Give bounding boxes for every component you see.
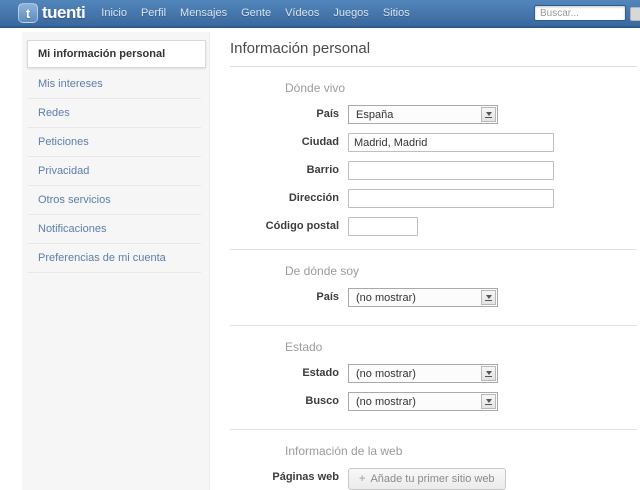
field-label-pais: País — [230, 105, 348, 124]
field-label-ciudad: Ciudad — [230, 133, 348, 152]
nav-item-inicio[interactable]: Inicio — [101, 7, 127, 19]
section-heading-estado: Estado — [285, 340, 637, 354]
top-navigation-bar: t tuenti Inicio Perfil Mensajes Gente Ví… — [0, 0, 640, 28]
sidebar-item-peticiones[interactable]: Peticiones — [28, 128, 201, 157]
section-heading-informacion-de-la-web: Información de la web — [285, 444, 637, 458]
field-label-pais-origen: País — [230, 288, 348, 307]
sidebar-item-preferencias-de-mi-cuenta[interactable]: Preferencias de mi cuenta — [28, 244, 201, 273]
pais-vivo-select[interactable]: España — [348, 105, 498, 124]
nav-item-juegos[interactable]: Juegos — [333, 7, 368, 19]
chevron-down-icon — [481, 366, 496, 381]
nav-item-sitios[interactable]: Sitios — [383, 7, 410, 19]
add-website-button[interactable]: Añade tu primer sitio web — [348, 468, 506, 490]
sidebar-item-mis-intereses[interactable]: Mis intereses — [28, 70, 201, 99]
section-divider — [230, 429, 637, 430]
search-input[interactable] — [534, 5, 626, 21]
nav-item-mensajes[interactable]: Mensajes — [180, 7, 227, 19]
ciudad-input[interactable] — [348, 133, 554, 152]
tuenti-wordmark: tuenti — [42, 3, 85, 23]
add-website-label: Añade tu primer sitio web — [370, 473, 494, 485]
select-value: (no mostrar) — [356, 368, 416, 380]
field-label-barrio: Barrio — [230, 161, 348, 180]
nav-item-videos[interactable]: Vídeos — [285, 7, 319, 19]
chevron-down-icon — [481, 394, 496, 409]
tuenti-logo-icon: t — [18, 3, 38, 23]
personal-info-form: Información personal Dónde vivo País Esp… — [230, 32, 637, 490]
form-row: Estado (no mostrar) — [230, 364, 637, 383]
section-heading-de-donde-soy: De dónde soy — [285, 264, 637, 278]
estado-select[interactable]: (no mostrar) — [348, 364, 498, 383]
barrio-input[interactable] — [348, 161, 554, 180]
form-row: Páginas web Añade tu primer sitio web — [230, 468, 637, 490]
chevron-down-icon — [481, 290, 496, 305]
main-nav: Inicio Perfil Mensajes Gente Vídeos Jueg… — [101, 7, 423, 19]
form-row: Busco (no mostrar) — [230, 392, 637, 411]
select-value: (no mostrar) — [356, 396, 416, 408]
settings-sidebar: Mi información personal Mis intereses Re… — [22, 32, 210, 490]
plus-icon — [359, 473, 365, 485]
busco-select[interactable]: (no mostrar) — [348, 392, 498, 411]
form-row: Código postal — [230, 217, 637, 236]
form-row: Dirección — [230, 189, 637, 208]
section-heading-donde-vivo: Dónde vivo — [285, 81, 637, 95]
sidebar-item-otros-servicios[interactable]: Otros servicios — [28, 186, 201, 215]
sidebar-item-privacidad[interactable]: Privacidad — [28, 157, 201, 186]
pais-origen-select[interactable]: (no mostrar) — [348, 288, 498, 307]
sidebar-item-redes[interactable]: Redes — [28, 99, 201, 128]
form-row: País España — [230, 105, 637, 124]
nav-item-gente[interactable]: Gente — [241, 7, 271, 19]
select-value: España — [356, 109, 393, 121]
form-row: País (no mostrar) — [230, 288, 637, 307]
nav-item-perfil[interactable]: Perfil — [141, 7, 166, 19]
section-divider — [230, 249, 637, 250]
field-label-estado: Estado — [230, 364, 348, 383]
chevron-down-icon — [481, 107, 496, 122]
tuenti-settings-page: t tuenti Inicio Perfil Mensajes Gente Ví… — [0, 0, 640, 490]
search-go-button[interactable] — [630, 7, 640, 21]
sidebar-item-notificaciones[interactable]: Notificaciones — [28, 215, 201, 244]
codigo-postal-input[interactable] — [348, 217, 418, 236]
field-label-busco: Busco — [230, 392, 348, 411]
field-label-direccion: Dirección — [230, 189, 348, 208]
form-row: Barrio — [230, 161, 637, 180]
section-divider — [230, 325, 637, 326]
sidebar-item-mi-informacion-personal[interactable]: Mi información personal — [27, 40, 206, 68]
field-label-paginas-web: Páginas web — [230, 468, 348, 490]
field-label-codigo-postal: Código postal — [230, 217, 348, 236]
page-title: Información personal — [230, 32, 637, 67]
direccion-input[interactable] — [348, 189, 554, 208]
select-value: (no mostrar) — [356, 292, 416, 304]
tuenti-logo[interactable]: t tuenti — [18, 3, 85, 23]
form-row: Ciudad — [230, 133, 637, 152]
